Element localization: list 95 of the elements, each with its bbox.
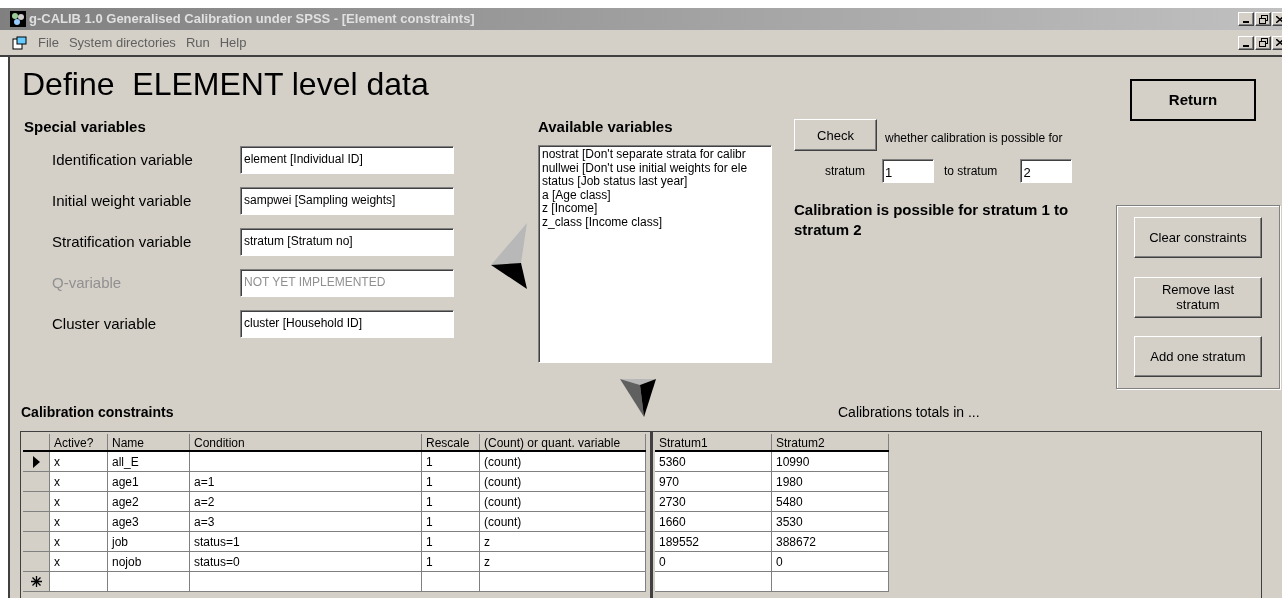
table-cell: 970 <box>655 472 772 491</box>
text-field[interactable]: cluster [Household ID] <box>240 310 454 338</box>
minimize-icon <box>1243 21 1249 23</box>
list-item[interactable]: a [Age class] <box>542 188 768 202</box>
table-cell: a=3 <box>190 512 422 531</box>
table-cell: x <box>50 492 108 511</box>
table-cell: a=1 <box>190 472 422 491</box>
list-item[interactable]: nostrat [Don't separate strata for calibr <box>542 148 768 162</box>
table-cell: age3 <box>108 512 190 531</box>
check-description: whether calibration is possible for <box>885 130 1063 147</box>
table-cell: job <box>108 532 190 551</box>
field-label: Cluster variable <box>51 313 158 334</box>
table-cell: 1660 <box>655 512 772 531</box>
table-cell: 1 <box>422 512 480 531</box>
table-cell: z <box>480 532 646 551</box>
field-label: Identification variable <box>51 149 194 170</box>
table-cell: (count) <box>480 492 646 511</box>
side-button[interactable]: Add one stratum <box>1134 336 1262 377</box>
restore-button[interactable] <box>1255 12 1271 26</box>
table-cell: x <box>50 532 108 551</box>
list-item[interactable]: status [Job status last year] <box>542 175 768 189</box>
table-cell: (count) <box>480 452 646 471</box>
text-field[interactable]: element [Individual ID] <box>240 146 454 174</box>
minimize-button[interactable] <box>1238 35 1254 50</box>
menu-item[interactable]: System directories <box>68 32 176 53</box>
table-cell: all_E <box>108 452 190 471</box>
document-icon[interactable] <box>12 35 28 50</box>
menu-item[interactable]: Run <box>185 32 210 53</box>
table-cell: 10990 <box>772 452 889 471</box>
table-cell: status=0 <box>190 552 422 571</box>
app-icon <box>10 11 26 27</box>
text-field[interactable]: stratum [Stratum no] <box>240 228 454 256</box>
totals-title: Calibrations totals in ... <box>838 403 981 422</box>
check-button[interactable]: Check <box>794 119 877 151</box>
text-field: NOT YET IMPLEMENTED <box>240 269 454 297</box>
table-cell: 1980 <box>772 472 889 491</box>
minimize-button[interactable] <box>1238 12 1254 26</box>
from-stratum-label: stratum <box>825 163 865 180</box>
table-cell: 1 <box>422 472 480 491</box>
table-cell: a=2 <box>190 492 422 511</box>
field-label: Q-variable <box>51 272 123 293</box>
page-heading: Define ELEMENT level data <box>22 67 429 101</box>
table-cell: 3530 <box>772 512 889 531</box>
return-button[interactable]: Return <box>1130 79 1256 121</box>
table-cell: 189552 <box>655 532 772 551</box>
list-item[interactable]: z [Income] <box>542 202 768 216</box>
table-cell: 1 <box>422 532 480 551</box>
text-field[interactable]: sampwei [Sampling weights] <box>240 187 454 215</box>
current-row-icon <box>32 455 40 468</box>
to-stratum-field[interactable]: 2 <box>1020 159 1073 183</box>
table-cell: age1 <box>108 472 190 491</box>
field-label: Stratification variable <box>51 231 193 252</box>
variable-list[interactable]: nostrat [Don't separate strata for calibr nullwei [Don't use initial weights for ele status [Job status last year] a [Age class] z [Income] z_class [Income class] <box>538 145 772 363</box>
side-button[interactable]: Remove last stratum <box>1134 276 1262 318</box>
restore-button[interactable] <box>1255 35 1271 50</box>
table-cell: (count) <box>480 472 646 491</box>
table-cell: x <box>50 452 108 471</box>
table-cell: age2 <box>108 492 190 511</box>
close-icon <box>1276 15 1282 23</box>
side-button[interactable]: Clear constraints <box>1134 217 1262 258</box>
table-cell: 5480 <box>772 492 889 511</box>
table-cell: x <box>50 512 108 531</box>
table-cell: 0 <box>655 552 772 571</box>
table-cell: z <box>480 552 646 571</box>
table-cell: x <box>50 472 108 491</box>
from-stratum-field[interactable]: 1 <box>882 159 934 183</box>
table-cell: 1 <box>422 452 480 471</box>
minimize-icon <box>1243 44 1249 47</box>
table-cell: 1 <box>422 492 480 511</box>
window-title: g-CALIB 1.0 Generalised Calibration under SPSS - [Element constraints] <box>29 10 475 29</box>
list-item[interactable]: z_class [Income class] <box>542 215 768 229</box>
table-cell: 2730 <box>655 492 772 511</box>
table-cell: nojob <box>108 552 190 571</box>
section-title: Available variables <box>538 118 674 136</box>
close-icon <box>1276 39 1282 46</box>
section-title: Calibration constraints <box>21 403 175 421</box>
table-cell: 1 <box>422 552 480 571</box>
menu-item[interactable]: File <box>38 32 59 53</box>
restore-icon <box>1258 14 1268 24</box>
table-cell: 0 <box>772 552 889 571</box>
left-arrow-icon[interactable] <box>491 223 529 289</box>
to-stratum-label: to stratum <box>944 163 998 180</box>
down-arrow-icon[interactable] <box>620 379 656 417</box>
result-message: Calibration is possible for stratum 1 to stratum 2 <box>794 200 1070 240</box>
table-cell: status=1 <box>190 532 422 551</box>
field-label: Initial weight variable <box>51 190 193 211</box>
table-cell: 5360 <box>655 452 772 471</box>
menu-item[interactable]: Help <box>219 32 247 53</box>
new-row-icon <box>30 576 42 587</box>
table-cell: x <box>50 552 108 571</box>
restore-icon <box>1258 38 1268 47</box>
table-cell: 388672 <box>772 532 889 551</box>
table-cell: (count) <box>480 512 646 531</box>
list-item[interactable]: nullwei [Don't use initial weights for ele <box>542 161 768 175</box>
section-title: Special variables <box>24 118 147 136</box>
